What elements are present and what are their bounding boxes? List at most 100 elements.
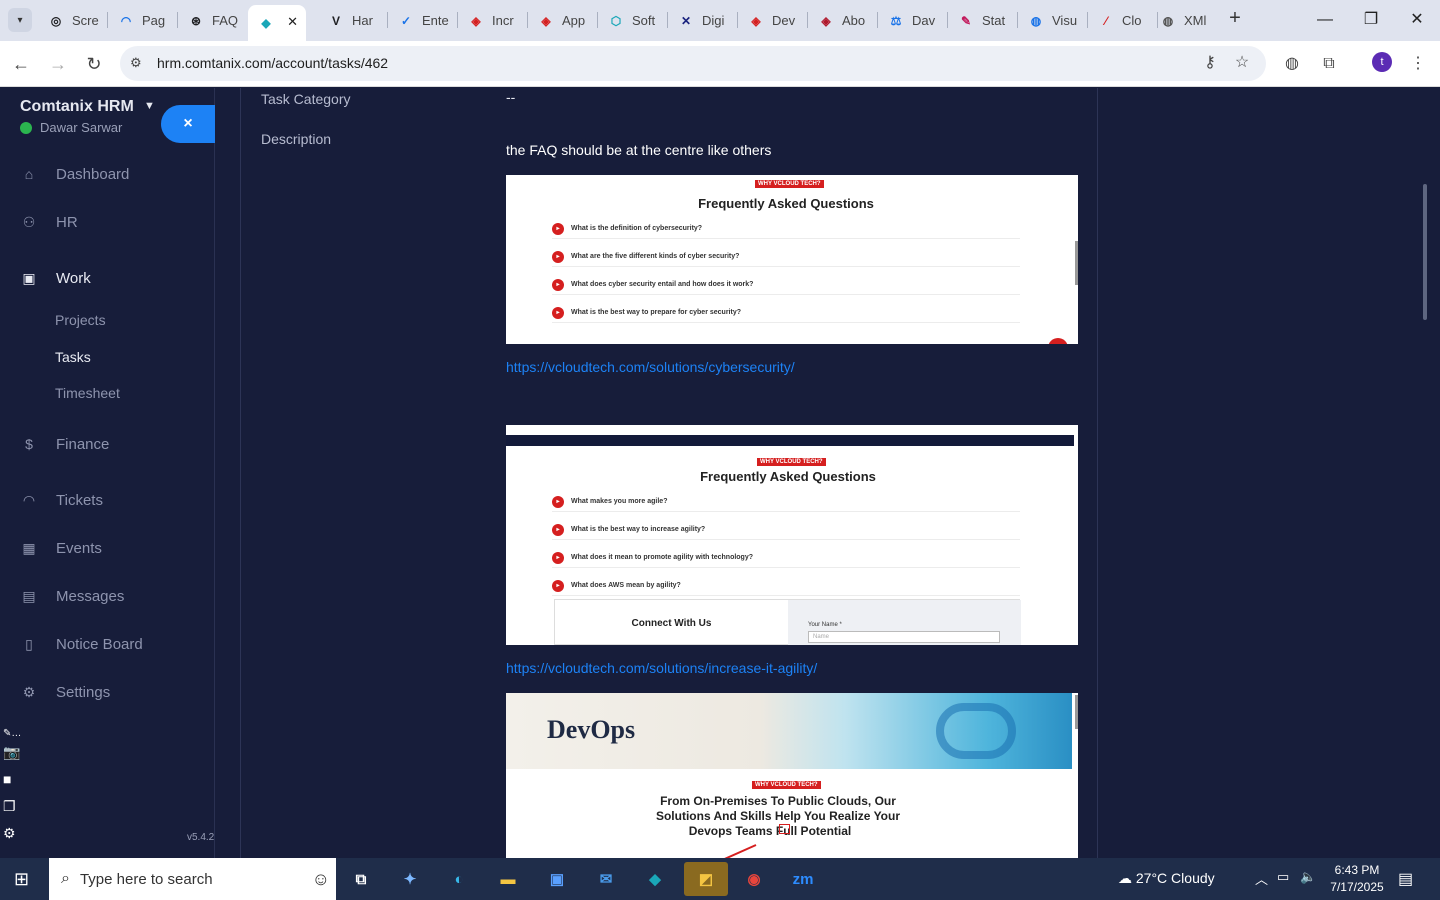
password-key-icon[interactable]: ⚷ <box>1198 51 1222 75</box>
close-window-button[interactable]: ✕ <box>1394 0 1440 40</box>
tab-title: Dav <box>912 13 936 28</box>
browser-tab[interactable]: V Har <box>318 5 387 36</box>
tab-search-button[interactable]: ▾ <box>8 8 32 32</box>
browser-tab[interactable]: ✕ Digi <box>668 5 737 36</box>
sidebar-item-work[interactable]: ▣ Work <box>20 265 210 291</box>
mail-icon[interactable]: ✉ <box>592 866 620 892</box>
cybersecurity-link[interactable]: https://vcloudtech.com/solutions/cyberse… <box>506 359 795 375</box>
menu-kebab-icon[interactable]: ⋮ <box>1406 52 1430 76</box>
faq-item: ▸ What does AWS mean by agility? <box>552 576 1020 596</box>
description-image-cybersecurity[interactable]: WHY VCLOUD TECH? Frequently Asked Questi… <box>506 175 1078 344</box>
notification-center-icon[interactable]: ▤ <box>1398 869 1413 889</box>
settings-gear-icon[interactable]: ⚙ <box>3 825 23 842</box>
close-tab-icon[interactable]: ✕ <box>287 14 298 30</box>
sidebar-item-finance[interactable]: $ Finance <box>20 431 210 457</box>
hex-icon: ⬡ <box>610 13 622 28</box>
faq-item: ▸ What are the five different kinds of cy… <box>552 247 1020 267</box>
tray-chevron-icon[interactable]: ︿ <box>1255 869 1268 888</box>
tag-icon: ◈ <box>751 13 761 28</box>
browser-tab[interactable]: ◈ Abo <box>808 5 877 36</box>
browser-tab[interactable]: ◈ App <box>528 5 597 36</box>
extensions-icon[interactable]: ⧉ <box>1317 52 1341 76</box>
page-scroll-thumb[interactable] <box>1423 184 1427 320</box>
browser-tab[interactable]: ◍ Visu <box>1018 5 1087 36</box>
bookmark-star-icon[interactable]: ☆ <box>1230 51 1254 75</box>
sidebar-item-dashboard[interactable]: ⌂ Dashboard <box>20 161 210 187</box>
taskbar-search[interactable]: ⌕ Type here to search ☺ <box>49 858 336 900</box>
sidebar-subitem-projects[interactable]: Projects <box>55 312 106 328</box>
translate-icon[interactable]: ◍ <box>1280 52 1304 76</box>
browser-tab[interactable]: ✓ Ente <box>388 5 457 36</box>
chevron-down-icon[interactable]: ▼ <box>144 100 155 112</box>
infinity-graphic-icon <box>936 703 1016 759</box>
play-bullet-icon: ▸ <box>552 523 564 536</box>
edge-icon[interactable]: ◐ <box>445 866 473 892</box>
camera-icon[interactable]: 📷 <box>3 744 23 761</box>
tab-title: XMl <box>1184 13 1207 28</box>
sidebar-item-hr[interactable]: ⚇ HR <box>20 209 210 235</box>
sidebar-item-notice-board[interactable]: ▯ Notice Board <box>20 631 210 657</box>
pen-tool-icon[interactable]: ✎… <box>3 728 23 739</box>
reload-button[interactable]: ↻ <box>81 51 107 77</box>
tab-title: Har <box>352 13 373 28</box>
brand-name[interactable]: Comtanix HRM <box>20 98 134 116</box>
windows-start-icon[interactable]: ⊞ <box>14 869 34 889</box>
hrm-app-icon[interactable]: ◆ <box>641 866 669 892</box>
browser-tab[interactable]: ⁄ Clo <box>1088 5 1157 36</box>
task-view-icon[interactable]: ⧉ <box>347 866 375 892</box>
zoom-icon[interactable]: zm <box>789 866 817 892</box>
profile-avatar[interactable]: t <box>1372 52 1392 72</box>
description-image-agility[interactable]: WHY VCLOUD TECH? Frequently Asked Questi… <box>506 425 1078 645</box>
browser-tab[interactable]: ◍ XMl <box>1150 5 1219 36</box>
volume-icon[interactable]: 🔈 <box>1300 869 1316 885</box>
browser-tab[interactable]: ✎ Stat <box>948 5 1017 36</box>
weather-text: 27°C Cloudy <box>1135 870 1215 886</box>
headset-icon: ◠ <box>22 491 36 508</box>
clock-time: 6:43 PM <box>1334 863 1380 877</box>
store-icon[interactable]: ▣ <box>543 866 571 892</box>
sticky-notes-icon[interactable]: ◩ <box>684 862 728 896</box>
browser-tab[interactable]: ◈ Dev <box>738 5 807 36</box>
network-icon[interactable]: ▭ <box>1277 869 1289 885</box>
browser-tab[interactable]: ⊛ FAQ <box>178 5 247 36</box>
minimize-button[interactable]: — <box>1302 0 1348 40</box>
sidebar-item-settings[interactable]: ⚙ Settings <box>20 679 210 705</box>
forward-button[interactable]: → <box>45 51 71 77</box>
browser-tab[interactable]: ⚖ Dav <box>878 5 947 36</box>
faq-item: ▸ What makes you more agile? <box>552 492 1020 512</box>
address-bar[interactable]: ⚙ hrm.comtanix.com/account/tasks/462 <box>120 46 1266 81</box>
sidebar-collapse-button[interactable]: × <box>161 105 215 143</box>
browser-tab[interactable]: ◎ Scre <box>38 5 107 36</box>
description-image-devops[interactable]: DevOps WHY VCLOUD TECH? From On-Premises… <box>506 693 1078 858</box>
new-tab-button[interactable]: + <box>1224 7 1246 29</box>
browser-toolbar: ← → ↻ ⚙ hrm.comtanix.com/account/tasks/4… <box>0 41 1440 87</box>
sidebar-item-messages[interactable]: ▤ Messages <box>20 583 210 609</box>
play-bullet-icon: ▸ <box>552 278 564 291</box>
sidebar-item-label: Finance <box>56 435 110 453</box>
chrome-icon[interactable]: ◉ <box>740 866 768 892</box>
tab-title: Visu <box>1052 13 1078 28</box>
agility-link[interactable]: https://vcloudtech.com/solutions/increas… <box>506 660 817 676</box>
sidebar-item-events[interactable]: ▦ Events <box>20 535 210 561</box>
sidebar-item-tickets[interactable]: ◠ Tickets <box>20 487 210 513</box>
weather-widget[interactable]: ☁ 27°C Cloudy <box>1118 870 1215 887</box>
sidebar-subitem-tasks[interactable]: Tasks <box>55 349 91 365</box>
video-icon[interactable]: ■ <box>3 771 23 787</box>
clipboard-icon: ▯ <box>25 635 33 652</box>
devops-heading-1: From On-Premises To Public Clouds, Our <box>660 794 896 808</box>
back-button[interactable]: ← <box>8 51 34 77</box>
faq-item: ▸ What does cyber security entail and how… <box>552 275 1020 295</box>
restore-button[interactable]: ❐ <box>1348 0 1394 40</box>
copy-icon[interactable]: ❐ <box>3 798 23 815</box>
browser-tab[interactable]: ⬡ Soft <box>598 5 667 36</box>
site-info-icon[interactable]: ⚙ <box>130 55 142 71</box>
chat-bubble-icon <box>1048 338 1068 344</box>
browser-tab[interactable]: ◆ ✕ <box>248 5 306 41</box>
browser-tab[interactable]: ◈ Incr <box>458 5 527 36</box>
file-explorer-icon[interactable]: ▬ <box>494 866 522 892</box>
browser-tab[interactable]: ◠ Pag <box>108 5 177 36</box>
system-clock[interactable]: 6:43 PM 7/17/2025 <box>1328 862 1386 896</box>
url-text[interactable]: hrm.comtanix.com/account/tasks/462 <box>157 55 388 71</box>
copilot-icon[interactable]: ✦ <box>396 866 424 892</box>
sidebar-subitem-timesheet[interactable]: Timesheet <box>55 385 120 401</box>
